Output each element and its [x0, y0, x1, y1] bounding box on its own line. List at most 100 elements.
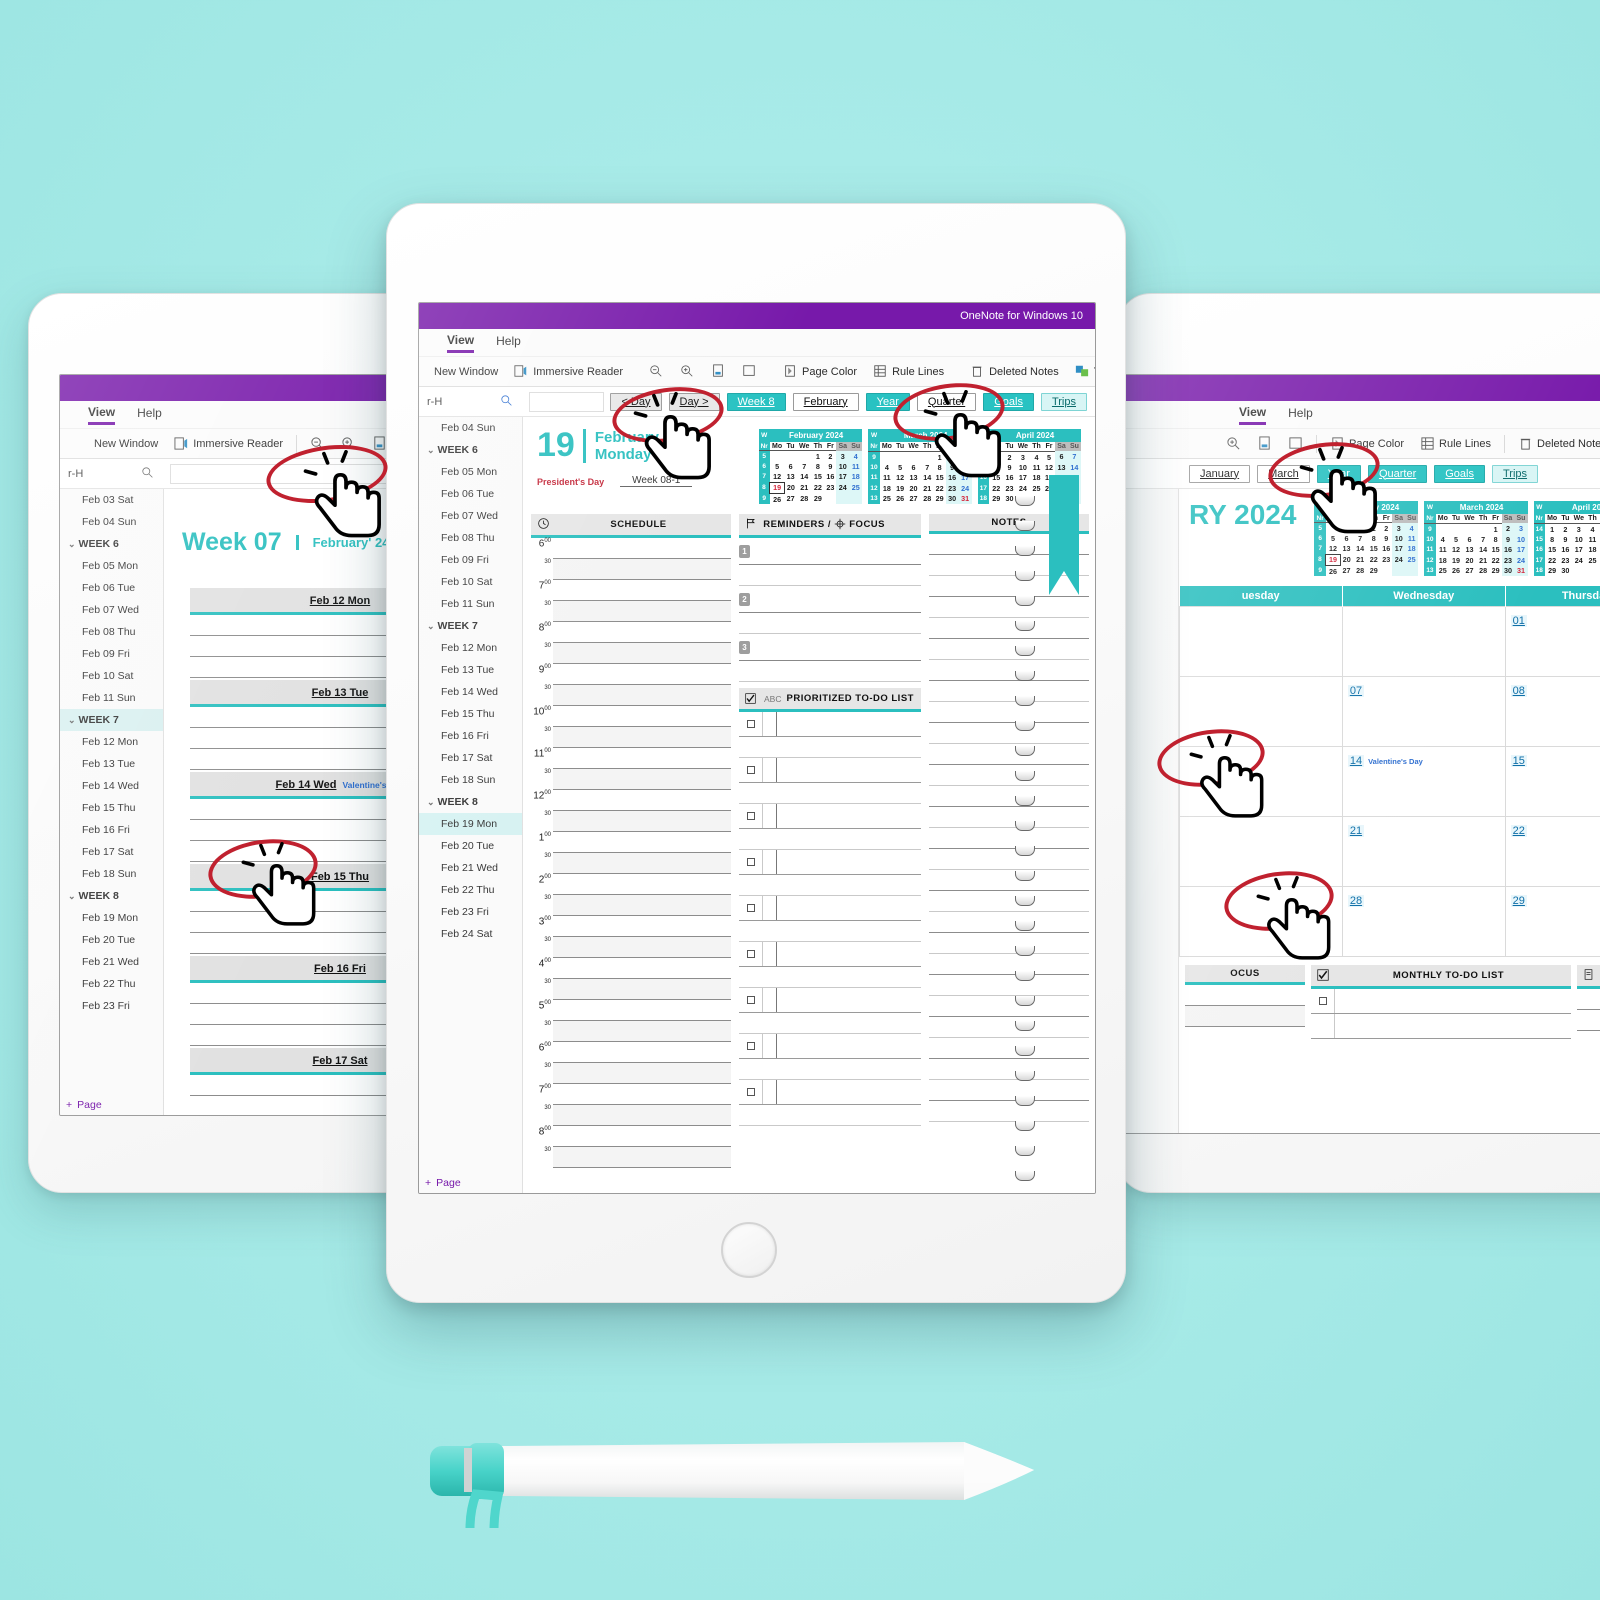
schedule-line[interactable] [553, 874, 731, 896]
ribbon-fit-page[interactable] [735, 362, 764, 381]
mini-day-cell[interactable]: 5 [770, 461, 784, 471]
month-day-number[interactable]: 28 [1347, 895, 1365, 908]
todo-row[interactable] [1311, 1014, 1571, 1040]
nav-pane-right[interactable] [1119, 489, 1179, 1133]
mini-day-cell[interactable]: 12 [1326, 544, 1340, 555]
schedule-row[interactable]: 700 [531, 1084, 731, 1106]
ribbon-translate[interactable]: Translate [1068, 362, 1095, 381]
menu-view[interactable]: View [447, 333, 475, 353]
mini-day-cell[interactable]: 23 [824, 482, 836, 493]
schedule-line[interactable] [553, 958, 731, 980]
schedule-row[interactable]: 30 [531, 811, 731, 833]
notes-line[interactable] [929, 597, 1089, 619]
todo-priority-cell[interactable] [763, 988, 777, 1013]
todo-spacer-line[interactable] [739, 1013, 921, 1035]
mini-day-cell[interactable]: 25 [1436, 566, 1450, 577]
nav-group-week-7[interactable]: ⌄ WEEK 7 [60, 709, 163, 731]
nav-page-feb-16-fri[interactable]: Feb 16 Fri [419, 725, 522, 747]
mini-day-cell[interactable]: 14 [1353, 544, 1368, 555]
reminder-line[interactable] [739, 613, 921, 635]
mini-day-cell[interactable]: 7 [921, 462, 934, 472]
mini-day-cell[interactable]: 20 [906, 483, 921, 493]
mini-day-cell[interactable]: 28 [921, 494, 934, 505]
nav-page-feb-10-sat[interactable]: Feb 10 Sat [60, 665, 163, 687]
mini-day-cell[interactable]: 14 [1477, 545, 1490, 555]
mini-day-cell[interactable]: 13 [1462, 545, 1477, 555]
notes-line[interactable] [929, 660, 1089, 682]
mini-day-cell[interactable]: 4 [1030, 451, 1043, 462]
mini-day-cell[interactable]: 18 [849, 471, 863, 483]
mini-day-cell[interactable]: 3 [958, 451, 972, 463]
nav-button-year[interactable]: Year [1316, 464, 1361, 483]
schedule-line[interactable] [553, 769, 731, 791]
notes-line[interactable] [929, 1038, 1089, 1060]
focus-line[interactable] [1185, 985, 1305, 1007]
mini-day-cell[interactable]: 7 [1067, 451, 1081, 463]
mini-day-cell[interactable]: 17 [836, 471, 850, 483]
schedule-line[interactable] [553, 601, 731, 623]
todo-priority-cell[interactable] [763, 850, 777, 875]
schedule-line[interactable] [553, 811, 731, 833]
schedule-line[interactable] [553, 895, 731, 917]
mini-day-cell[interactable]: 8 [1367, 533, 1380, 543]
mini-day-cell[interactable]: 11 [1030, 462, 1043, 472]
mini-day-cell[interactable]: 10 [1514, 534, 1528, 545]
todo-spacer-line[interactable] [739, 875, 921, 897]
schedule-line[interactable] [553, 643, 731, 665]
mini-day-cell[interactable]: 5 [894, 462, 906, 472]
schedule-line[interactable] [553, 538, 731, 560]
mini-day-cell[interactable]: 9 [945, 462, 959, 473]
reminder-row[interactable]: 1 [739, 538, 921, 566]
notes-line[interactable] [929, 702, 1089, 724]
mini-day-cell[interactable]: 20 [784, 482, 797, 493]
todo-row[interactable] [739, 942, 921, 968]
mini-day-cell[interactable]: 16 [945, 472, 959, 484]
nav-page-feb-21-wed[interactable]: Feb 21 Wed [419, 857, 522, 879]
mini-day-cell[interactable]: 22 [1367, 554, 1380, 565]
ribbon-page-color[interactable]: Page Color [776, 362, 864, 381]
checkbox[interactable] [746, 766, 755, 775]
todo-text-cell[interactable] [777, 1034, 921, 1058]
mini-day-cell[interactable]: 17 [1016, 473, 1031, 483]
mini-day-cell[interactable]: 24 [1514, 555, 1528, 566]
month-day-cell[interactable] [1179, 746, 1343, 818]
mini-day-cell[interactable] [784, 451, 797, 462]
mini-day-cell[interactable]: 2 [1559, 523, 1571, 534]
ribbon-page-color[interactable]: Page Color [1323, 434, 1411, 453]
nav-page-feb-10-sat[interactable]: Feb 10 Sat [419, 571, 522, 593]
mini-day-cell[interactable]: 17 [1572, 545, 1587, 555]
notes-line[interactable] [929, 996, 1089, 1018]
month-day-cell[interactable]: 21 [1341, 816, 1506, 888]
schedule-row[interactable]: 30 [531, 1021, 731, 1043]
todo-text-cell[interactable] [777, 942, 921, 966]
mini-day-cell[interactable]: 4 [849, 450, 863, 462]
schedule-row[interactable]: 700 [531, 580, 731, 602]
focus-line[interactable] [1185, 1006, 1305, 1028]
mini-day-cell[interactable]: 24 [1572, 555, 1587, 565]
ribbon-immersive-reader[interactable]: Immersive Reader [167, 434, 290, 453]
todo-spacer-line[interactable] [739, 783, 921, 805]
schedule-line[interactable] [553, 1105, 731, 1127]
ribbon-new-window[interactable]: New Window [427, 364, 505, 380]
nav-page-feb-19-mon[interactable]: Feb 19 Mon [419, 813, 522, 835]
checkbox[interactable] [746, 996, 755, 1005]
todo-spacer-line[interactable] [739, 1059, 921, 1081]
nav-page-feb-13-tue[interactable]: Feb 13 Tue [60, 753, 163, 775]
mini-day-cell[interactable]: 10 [958, 462, 972, 473]
mini-day-cell[interactable]: 6 [1462, 534, 1477, 544]
mini-day-cell[interactable]: 20 [1340, 554, 1353, 565]
mini-day-cell[interactable]: 1 [811, 451, 824, 462]
mini-day-cell[interactable]: 1 [989, 451, 1003, 462]
mini-day-cell[interactable]: 9 [1003, 462, 1015, 472]
notes-line[interactable] [929, 1017, 1089, 1039]
nav-group-week-6[interactable]: ⌄ WEEK 6 [60, 533, 163, 555]
todo-checkbox-cell[interactable] [739, 804, 763, 829]
nav-page-feb-04-sun[interactable]: Feb 04 Sun [60, 511, 163, 533]
mini-day-cell[interactable]: 2 [1501, 523, 1515, 535]
mini-day-cell[interactable] [1462, 523, 1477, 534]
mini-day-cell[interactable] [770, 451, 784, 462]
mini-day-cell[interactable]: 18 [1405, 543, 1419, 555]
nav-page-feb-13-tue[interactable]: Feb 13 Tue [419, 659, 522, 681]
todo-text-cell[interactable] [777, 1080, 921, 1104]
todo-spacer-line[interactable] [739, 1105, 921, 1127]
